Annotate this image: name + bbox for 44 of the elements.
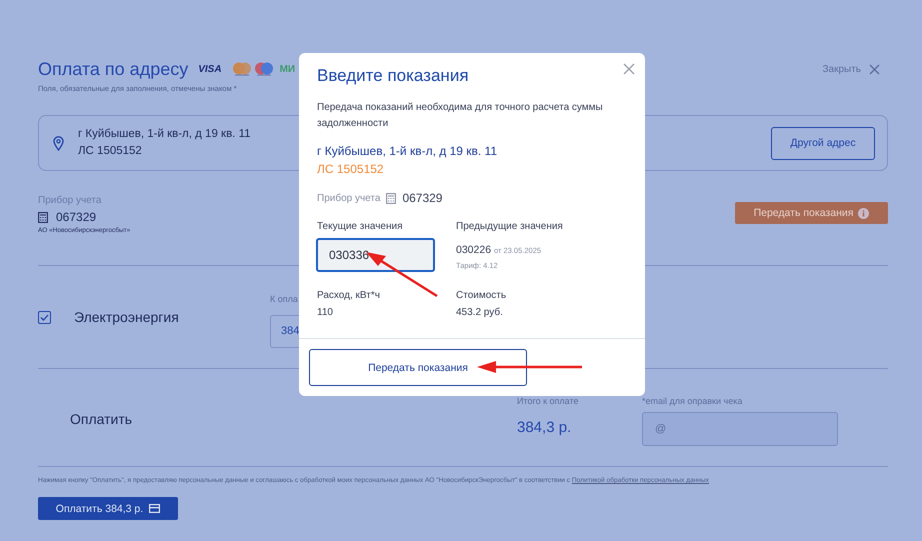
consumption-label: Расход, кВт*ч [317, 290, 381, 301]
address-text: г Куйбышев, 1-й кв-л, д 19 кв. 11 [78, 127, 251, 142]
previous-label: Предыдущие значения [456, 221, 564, 232]
other-address-button[interactable]: Другой адрес [771, 126, 875, 160]
service-name: Электроэнергия [74, 309, 180, 325]
calculator-icon [38, 212, 48, 222]
meter-number: 067329 [56, 210, 96, 224]
card-icon [149, 504, 160, 513]
mir-logo: МИ [280, 64, 296, 74]
email-label: *email для оправки чека [642, 396, 744, 406]
pay-section-title: Оплатить [69, 410, 134, 427]
modal-description: Передача показаний необходима для точного расчета суммы задолженности [317, 101, 604, 131]
meter-label: Прибор учета [38, 195, 102, 206]
meter-number: 067329 [402, 191, 442, 205]
total-amount: 384,3 р. [517, 419, 572, 436]
current-reading-field[interactable]: 030336 [316, 238, 435, 272]
address-text: г Куйбышев, 1-й кв-л, д 19 кв. 11 [317, 144, 498, 158]
consumption-value: 110 [317, 307, 334, 318]
previous-reading: 030226 [456, 244, 492, 256]
info-icon [858, 208, 870, 218]
card-logo [232, 62, 252, 76]
cost-label: Стоимость [456, 290, 508, 301]
account-number: ЛС 1505152 [317, 162, 385, 176]
checkbox[interactable] [38, 310, 51, 324]
modal-title: Введите показания [317, 65, 470, 86]
submit-readings-button[interactable]: Передать показания [309, 349, 527, 386]
card-logo [254, 62, 274, 76]
account-number: ЛС 1505152 [78, 144, 143, 159]
close-button[interactable]: Закрыть [822, 64, 880, 74]
page-title: Оплата по адресу [38, 58, 188, 80]
calculator-icon [386, 192, 396, 204]
email-field[interactable]: @ [642, 412, 838, 446]
visa-logo: VISA [198, 64, 222, 74]
amount-label: К опла [270, 294, 298, 304]
location-pin-icon [53, 136, 64, 150]
submit-readings-button[interactable]: Передать показания [735, 202, 888, 224]
pay-button[interactable]: Оплатить 384,3 р. [38, 497, 178, 520]
cost-value: 453.2 руб. [456, 307, 504, 318]
current-label: Текущие значения [317, 221, 404, 232]
meter-label: Прибор учета [317, 192, 380, 204]
check-icon [40, 314, 49, 320]
close-icon [869, 64, 880, 74]
total-label: Итого к оплате [517, 396, 580, 406]
close-icon[interactable] [623, 63, 635, 75]
